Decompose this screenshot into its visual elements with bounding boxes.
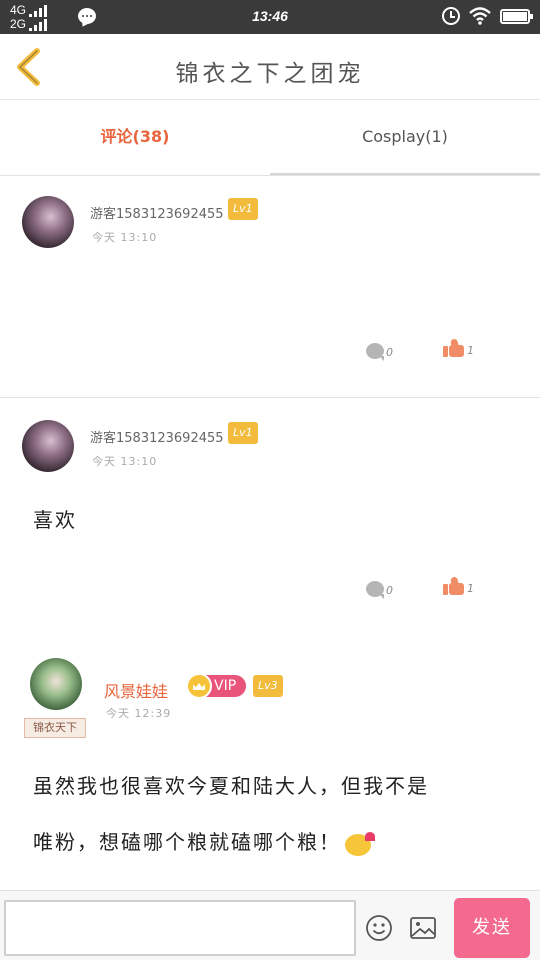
app-header: 锦衣之下之团宠	[0, 34, 540, 100]
comment-username[interactable]: 游客15831236924​55	[90, 427, 224, 446]
wifi-icon	[469, 7, 491, 25]
emoji-button[interactable]	[364, 913, 394, 943]
avatar[interactable]	[30, 658, 82, 710]
comment-text: 喜欢	[33, 508, 77, 532]
thumbs-up-icon	[443, 576, 465, 595]
comment-bubble-icon	[366, 343, 384, 361]
tab-cosplay[interactable]: Cosplay(1)	[270, 101, 540, 175]
comment-bubble-icon	[366, 581, 384, 599]
level-badge: Lv1	[228, 198, 258, 220]
alarm-icon	[442, 7, 460, 25]
comment-text-line: 虽然我也很喜欢今夏和陆大人，但我不是	[33, 774, 429, 798]
send-button[interactable]: 发送	[454, 898, 530, 958]
thumbs-up-icon	[443, 338, 465, 357]
level-badge: Lv1	[228, 422, 258, 444]
reply-button[interactable]: 0	[366, 343, 393, 361]
kiss-emoji-icon	[345, 831, 375, 856]
image-icon	[410, 917, 436, 939]
reply-count: 0	[386, 584, 393, 597]
smiley-icon	[366, 915, 392, 941]
status-bar: 4G 2G 13:46	[0, 0, 540, 34]
like-count: 1	[467, 344, 474, 357]
page-title: 锦衣之下之团宠	[175, 61, 365, 87]
image-button[interactable]	[408, 913, 438, 943]
comment-item: 锦衣天下 风景娃娃 VIP Lv3 今天 12:39 虽然我也很喜欢今夏和陆大人…	[0, 638, 540, 890]
comment-username[interactable]: 游客15831236924​55	[90, 203, 224, 222]
comment-text-fragment: 唯粉，想磕哪个粮就磕哪个粮！	[33, 830, 341, 854]
avatar[interactable]	[22, 420, 74, 472]
like-count: 1	[467, 582, 474, 595]
reply-button[interactable]: 0	[366, 581, 393, 599]
comment-username[interactable]: 风景娃娃	[104, 678, 168, 702]
comment-input[interactable]	[4, 900, 356, 956]
vip-badge: VIP	[186, 673, 246, 699]
comment-item: 游客15831236924​55 Lv1 今天 13:10 0 1	[0, 177, 540, 398]
comment-time: 今天 13:10	[92, 231, 158, 244]
comment-time: 今天 13:10	[92, 455, 158, 468]
tab-bar: 评论(38) Cosplay(1)	[0, 101, 540, 176]
level-badge: Lv3	[253, 675, 283, 697]
reply-count: 0	[386, 346, 393, 359]
vip-label: VIP	[214, 678, 237, 694]
comment-item: 游客15831236924​55 Lv1 今天 13:10 喜欢 0 1	[0, 398, 540, 638]
comment-time: 今天 12:39	[106, 707, 172, 720]
like-button[interactable]: 1	[443, 576, 474, 595]
crown-icon	[186, 673, 212, 699]
battery-icon	[500, 8, 533, 24]
tab-comments[interactable]: 评论(38)	[0, 101, 270, 175]
comment-text: 虽然我也很喜欢今夏和陆大人，但我不是 唯粉，想磕哪个粮就磕哪个粮！	[33, 758, 513, 870]
fan-badge: 锦衣天下	[24, 718, 86, 738]
avatar[interactable]	[22, 196, 74, 248]
comment-input-bar: 发送	[0, 890, 540, 960]
comment-text-line: 唯粉，想磕哪个粮就磕哪个粮！	[33, 814, 513, 870]
like-button[interactable]: 1	[443, 338, 474, 357]
